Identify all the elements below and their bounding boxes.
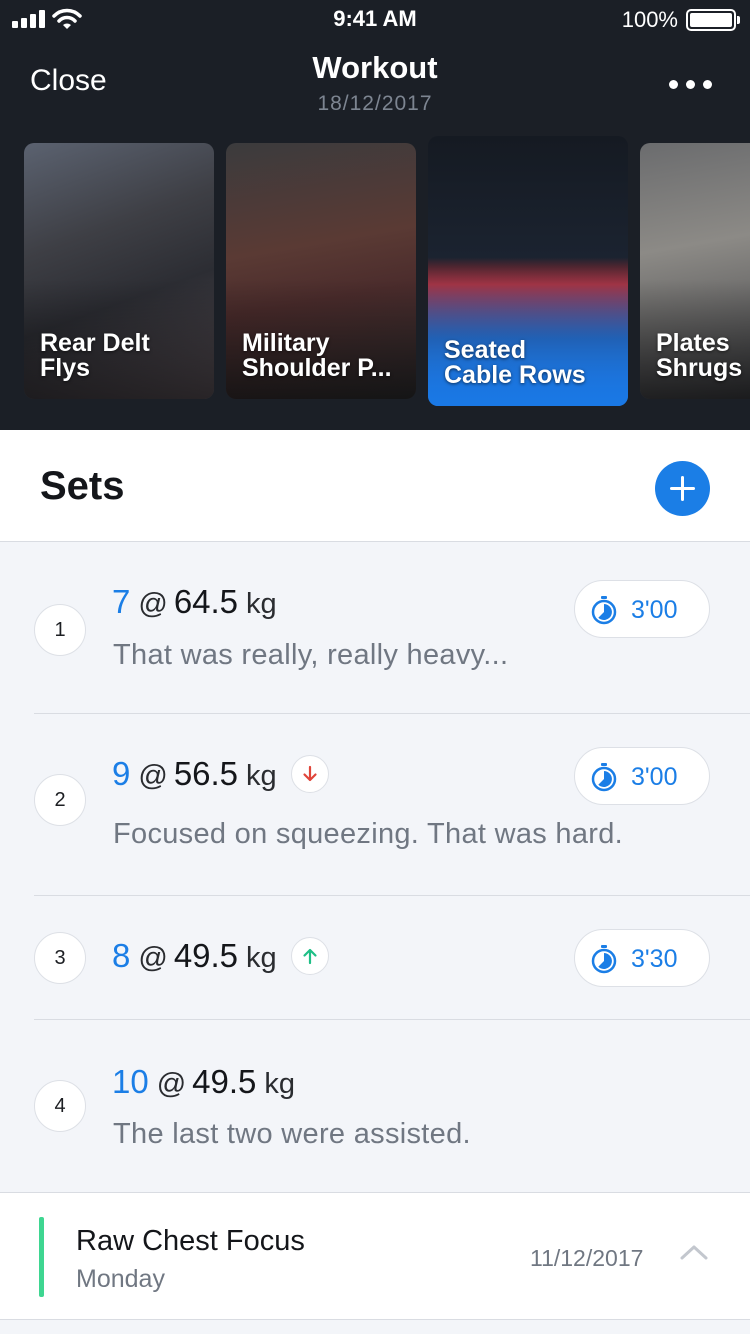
exercise-card-label: Seated Cable Rows <box>444 336 586 389</box>
set-row-3[interactable]: 3 8 @ 49.5 kg 3'30 <box>0 896 750 1020</box>
set-row-1[interactable]: 1 7 @ 64.5 kg That was really, really he… <box>0 543 750 714</box>
more-options-icon[interactable] <box>669 80 712 89</box>
stopwatch-icon <box>591 763 617 792</box>
sets-title: Sets <box>40 464 125 508</box>
set-number: 3 <box>34 932 86 984</box>
battery-icon <box>686 9 740 31</box>
set-row-4[interactable]: 4 10 @ 49.5 kg The last two were assiste… <box>0 1020 750 1192</box>
stopwatch-icon <box>591 596 617 625</box>
stopwatch-icon <box>591 945 617 974</box>
sets-header: Sets <box>0 430 750 542</box>
battery-percent: 100% <box>621 7 678 32</box>
chevron-up-icon[interactable] <box>680 1243 708 1261</box>
set-unit: kg <box>246 760 277 792</box>
set-summary: 7 @ 64.5 kg <box>112 583 277 620</box>
rest-timer-button[interactable]: 3'00 <box>574 580 710 638</box>
previous-workout-day: Monday <box>76 1265 165 1293</box>
set-row-2[interactable]: 2 9 @ 56.5 kg Focused on squeezing. That… <box>0 714 750 896</box>
trend-up-icon <box>290 937 329 975</box>
set-weight: 49.5 <box>173 937 239 974</box>
set-number: 4 <box>34 1080 86 1132</box>
navigation-bar: Close Workout 18/12/2017 <box>0 40 750 130</box>
rest-timer-value: 3'00 <box>631 596 678 624</box>
set-note: Focused on squeezing. That was hard. <box>113 818 624 850</box>
set-reps: 8 <box>112 937 131 974</box>
workout-date: 18/12/2017 <box>317 92 433 115</box>
set-weight: 56.5 <box>173 755 239 792</box>
previous-workout-row[interactable]: Raw Chest Focus Monday 11/12/2017 <box>0 1192 750 1320</box>
set-weight: 64.5 <box>173 583 239 620</box>
status-bar: 9:41 AM 100% <box>0 0 750 40</box>
set-note: That was really, really heavy... <box>113 639 509 671</box>
set-note: The last two were assisted. <box>113 1118 471 1150</box>
rest-timer-button[interactable]: 3'00 <box>574 747 710 805</box>
exercise-card-rear-delt-flys[interactable]: Rear Delt Flys <box>24 143 214 399</box>
workout-color-marker <box>39 1217 44 1297</box>
set-number: 2 <box>34 774 86 826</box>
set-summary: 9 @ 56.5 kg <box>112 755 329 793</box>
previous-workout-date: 11/12/2017 <box>530 1245 644 1271</box>
rest-timer-button[interactable]: 3'30 <box>574 929 710 987</box>
rest-timer-value: 3'30 <box>631 945 678 973</box>
exercise-card-military-shoulder-press[interactable]: Military Shoulder P... <box>226 143 416 399</box>
set-summary: 10 @ 49.5 kg <box>112 1063 296 1100</box>
workout-header: 9:41 AM 100% Close Workout 18/12/2017 Re… <box>0 0 750 430</box>
exercise-card-seated-cable-rows[interactable]: Seated Cable Rows <box>428 136 628 406</box>
exercise-card-label: Military Shoulder P... <box>242 329 392 382</box>
set-unit: kg <box>264 1068 296 1100</box>
set-reps: 9 <box>112 755 131 792</box>
trend-down-icon <box>290 755 329 793</box>
rest-timer-value: 3'00 <box>631 763 678 791</box>
set-reps: 10 <box>112 1063 149 1100</box>
set-weight: 49.5 <box>192 1063 257 1100</box>
set-number: 1 <box>34 604 86 656</box>
exercise-card-plates-shrugs[interactable]: Plates Shrugs <box>640 143 750 399</box>
set-summary: 8 @ 49.5 kg <box>112 937 329 975</box>
set-unit: kg <box>246 588 277 620</box>
previous-workout-name: Raw Chest Focus <box>76 1225 305 1257</box>
exercise-card-label: Plates Shrugs <box>656 329 743 382</box>
set-unit: kg <box>246 942 277 974</box>
page-title: Workout <box>312 50 438 85</box>
set-reps: 7 <box>112 583 131 620</box>
exercise-card-label: Rear Delt Flys <box>40 329 150 382</box>
add-set-button[interactable] <box>655 461 710 516</box>
